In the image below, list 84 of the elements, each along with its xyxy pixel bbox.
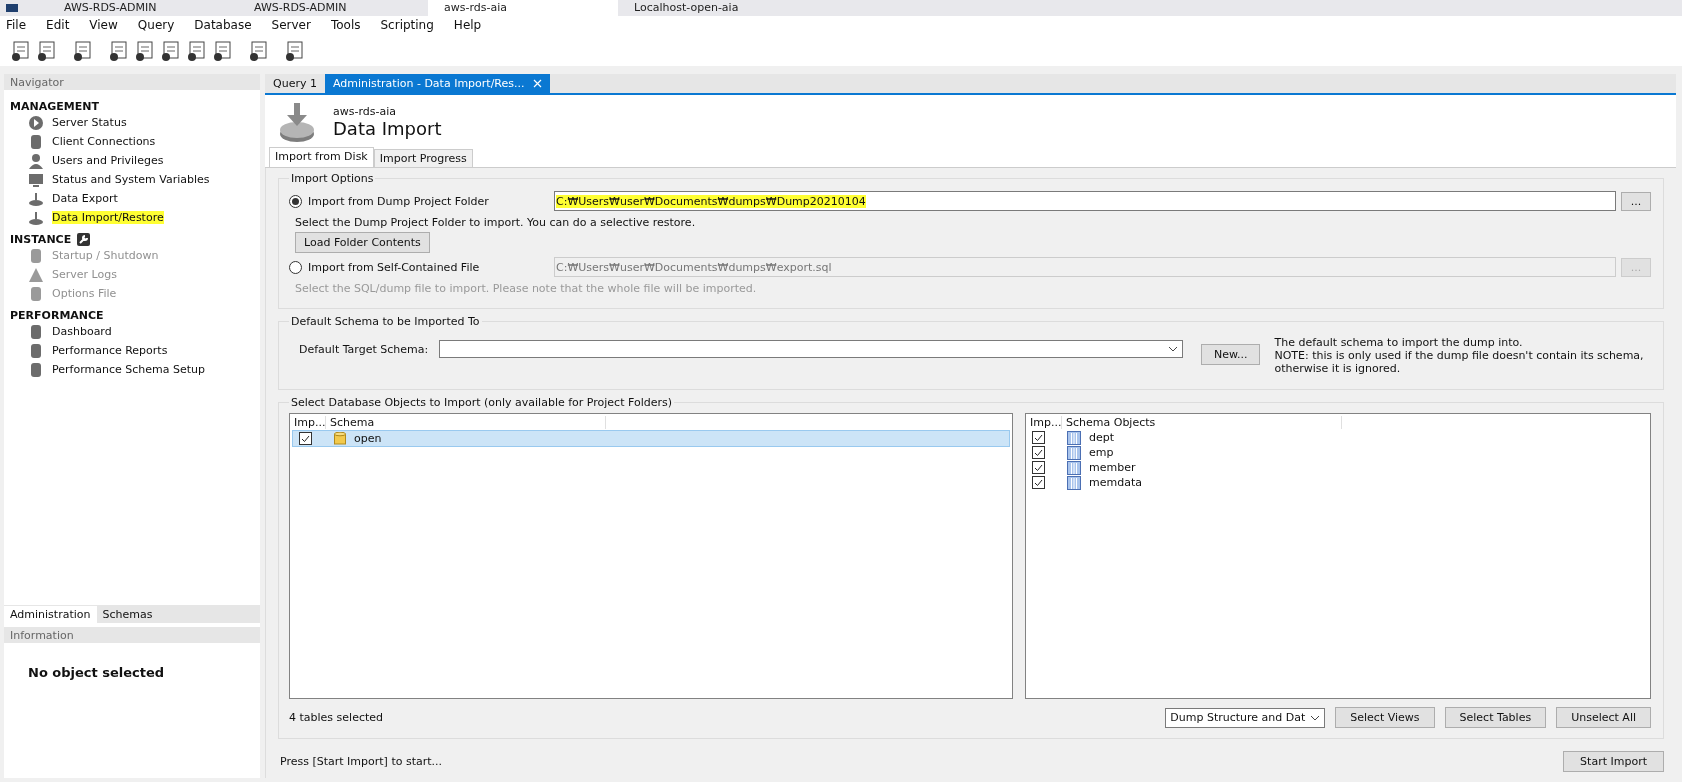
status-text: Press [Start Import] to start...	[280, 755, 443, 768]
dump-mode-dropdown[interactable]: Dump Structure and Dat	[1165, 707, 1326, 728]
group-title: Select Database Objects to Import (only available for Project Folders)	[290, 396, 673, 409]
browse-button[interactable]: ...	[1621, 191, 1651, 211]
warning-icon	[28, 266, 44, 283]
group-title: Import Options	[290, 172, 375, 185]
hint-text: Select the SQL/dump file to import. Please note that the whole file will be imported.	[294, 281, 758, 297]
path-field[interactable]: C:₩Users₩user₩Documents₩dumps₩Dump20210104	[554, 191, 1616, 211]
checkbox[interactable]	[1032, 446, 1045, 459]
nav-item[interactable]: Client Connections	[52, 135, 156, 148]
caret-icon	[1310, 714, 1321, 721]
checkbox[interactable]	[1032, 461, 1045, 474]
close-icon[interactable]	[532, 79, 542, 88]
menu-item[interactable]: Server	[271, 18, 311, 36]
schema-name: open	[354, 432, 382, 445]
menu-item[interactable]: Edit	[46, 18, 70, 36]
nav-item[interactable]: Dashboard	[52, 325, 112, 338]
nav-item[interactable]: Server Status	[52, 116, 127, 129]
editor-tab[interactable]: Query 1	[265, 74, 325, 93]
checkbox[interactable]	[1032, 431, 1045, 444]
radio-label[interactable]: Import from Dump Project Folder	[308, 194, 489, 208]
radio-button[interactable]	[289, 194, 302, 208]
window-tab[interactable]: Localhost-open-aia	[618, 0, 808, 16]
menu-item[interactable]: Database	[194, 18, 252, 36]
column-header[interactable]: Imp...	[1026, 415, 1062, 429]
path-field[interactable]: C:₩Users₩user₩Documents₩dumps₩export.sql	[554, 257, 1616, 277]
table-row[interactable]: open	[292, 430, 1010, 447]
column-header[interactable]: Schema Objects	[1062, 415, 1342, 429]
schema-dropdown[interactable]	[439, 340, 1183, 358]
section-heading: INSTANCE	[10, 233, 72, 246]
action-button[interactable]: Select Tables	[1444, 707, 1547, 728]
checkmark-icon	[301, 434, 310, 443]
page-title: Data Import	[333, 118, 442, 139]
menu-item[interactable]: File	[6, 18, 27, 36]
new-button[interactable]: New...	[1201, 344, 1261, 365]
note-text: The default schema to import the dump into. NOTE: this is only used if the dump file doesn't contain its schema, otherwise it is ignored.	[1274, 336, 1644, 375]
info-message: No object selected	[28, 665, 165, 680]
tab[interactable]: Import Progress	[373, 149, 473, 167]
checkbox[interactable]	[1032, 476, 1045, 489]
window-tab[interactable]: AWS-RDS-ADMIN	[238, 0, 428, 16]
menu-item[interactable]: Help	[453, 18, 482, 36]
editor-tab[interactable]: Administration - Data Import/Res...	[324, 74, 550, 93]
window-tab[interactable]: AWS-RDS-ADMIN	[48, 0, 238, 16]
field-label: Default Target Schema:	[299, 343, 430, 356]
play-icon	[28, 114, 44, 131]
caret-icon	[1168, 346, 1178, 352]
tab[interactable]: Import from Disk	[269, 147, 374, 167]
nav-item[interactable]: Data Export	[52, 192, 118, 205]
panel-title: Navigator	[10, 75, 64, 89]
menu-item[interactable]: Query	[137, 18, 175, 36]
radio-button[interactable]	[289, 260, 302, 274]
panel-title: Information	[10, 628, 74, 642]
monitor-icon	[28, 171, 44, 188]
column-header[interactable]: Schema	[326, 415, 606, 429]
menu-item[interactable]: Tools	[330, 18, 361, 36]
menu-item[interactable]: View	[89, 18, 118, 36]
nav-item[interactable]: Performance Schema Setup	[52, 363, 205, 376]
hint-text: Select the Dump Project Folder to import. You can do a selective restore.	[294, 215, 697, 231]
action-button[interactable]: Select Views	[1335, 707, 1435, 728]
sidebar-tab[interactable]: Administration	[4, 605, 97, 623]
window-tab[interactable]: aws-rds-aia	[428, 0, 618, 16]
nav-item[interactable]: Performance Reports	[52, 344, 168, 357]
load-button[interactable]: Load Folder Contents	[295, 232, 430, 253]
sidebar-tab[interactable]: Schemas	[96, 605, 159, 623]
menu-item[interactable]: Scripting	[380, 18, 434, 36]
selection-status: 4 tables selected	[289, 711, 384, 724]
table-name: dept	[1089, 431, 1115, 444]
nav-item[interactable]: Status and System Variables	[52, 173, 210, 186]
table-name: member	[1089, 461, 1136, 474]
section-heading: MANAGEMENT	[10, 100, 99, 113]
table-name: emp	[1089, 446, 1114, 459]
connection-name: aws-rds-aia	[333, 105, 397, 118]
checkbox[interactable]	[299, 432, 312, 445]
section-heading: PERFORMANCE	[10, 309, 104, 322]
action-button[interactable]: Unselect All	[1556, 707, 1651, 728]
import-icon	[279, 101, 315, 143]
group-title: Default Schema to be Imported To	[290, 315, 481, 328]
column-header[interactable]: Imp...	[290, 415, 326, 429]
start-import-button[interactable]: Start Import	[1563, 751, 1664, 772]
nav-item[interactable]: Data Import/Restore	[52, 211, 164, 224]
nav-item[interactable]: Users and Privileges	[52, 154, 164, 167]
radio-label[interactable]: Import from Self-Contained File	[308, 260, 480, 274]
table-name: memdata	[1089, 476, 1142, 489]
person-icon	[28, 152, 44, 169]
